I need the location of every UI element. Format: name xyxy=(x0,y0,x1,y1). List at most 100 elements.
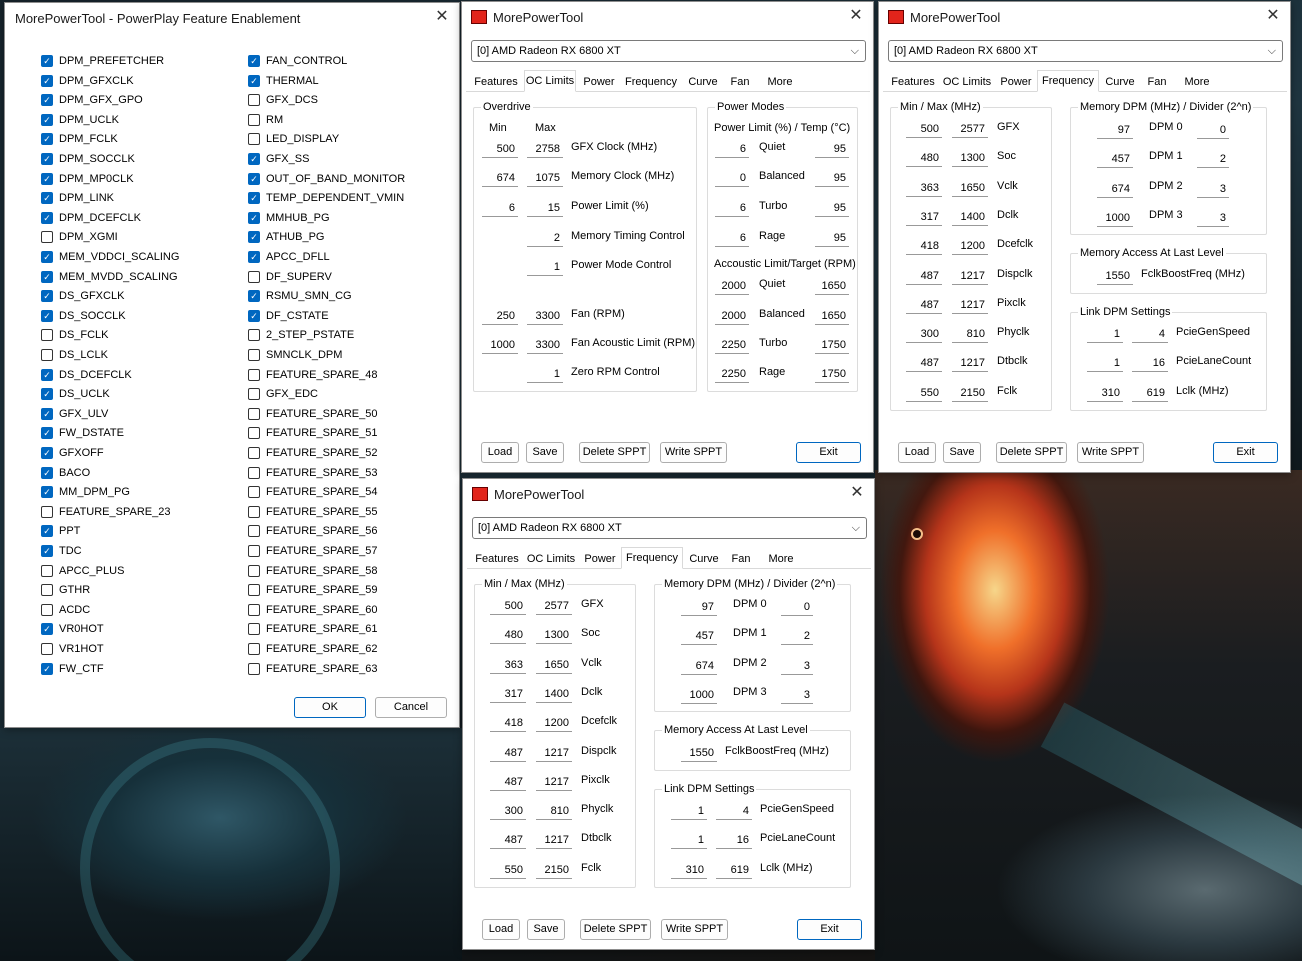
value-field[interactable]: 3 xyxy=(1197,208,1229,227)
feature-checkbox[interactable]: ✓ BACO xyxy=(41,465,90,481)
value-field[interactable]: 1 xyxy=(1087,354,1123,373)
value-field[interactable]: 4 xyxy=(716,802,752,820)
feature-checkbox[interactable]: ✓ DS_GFXCLK xyxy=(41,288,124,304)
value-field[interactable]: 1000 xyxy=(681,685,717,704)
feature-checkbox[interactable]: FEATURE_SPARE_51 xyxy=(248,425,377,441)
value-field[interactable]: 16 xyxy=(716,831,752,850)
value-field[interactable]: 1650 xyxy=(952,178,988,197)
feature-checkbox[interactable]: ✓ TEMP_DEPENDENT_VMIN xyxy=(248,190,404,206)
value-field[interactable]: 1750 xyxy=(815,365,849,383)
tab-oc-limits[interactable]: OC Limits xyxy=(524,70,576,92)
value-field[interactable]: 0 xyxy=(1197,121,1229,139)
feature-checkbox[interactable]: ✓ DPM_MP0CLK xyxy=(41,171,134,187)
value-field[interactable]: 6 xyxy=(715,229,749,247)
value-field[interactable]: 500 xyxy=(906,120,942,138)
value-field[interactable]: 363 xyxy=(906,178,942,197)
value-field[interactable]: 1217 xyxy=(536,831,572,850)
feature-checkbox[interactable]: ✓ GFX_ULV xyxy=(41,406,108,422)
value-field[interactable]: 3300 xyxy=(527,336,563,354)
tab-power[interactable]: Power xyxy=(579,549,621,569)
feature-checkbox[interactable]: ✓ TDC xyxy=(41,543,82,559)
close-icon[interactable]: ✕ xyxy=(845,6,867,26)
value-field[interactable]: 15 xyxy=(527,199,563,217)
feature-checkbox[interactable]: ✓ GFXOFF xyxy=(41,445,104,461)
value-field[interactable]: 1000 xyxy=(1097,208,1133,227)
value-field[interactable]: 418 xyxy=(906,237,942,256)
delete-button[interactable]: Delete SPPT xyxy=(996,442,1067,463)
feature-checkbox[interactable]: ✓ DPM_FCLK xyxy=(41,131,118,147)
value-field[interactable]: 1200 xyxy=(952,237,988,256)
value-field[interactable]: 487 xyxy=(906,354,942,373)
feature-checkbox[interactable]: GFX_DCS xyxy=(248,92,318,108)
feature-checkbox[interactable]: ✓ DS_DCEFCLK xyxy=(41,367,132,383)
delete-button[interactable]: Delete SPPT xyxy=(580,919,651,940)
feature-checkbox[interactable]: ACDC xyxy=(41,602,90,618)
feature-checkbox[interactable]: ✓ DPM_DCEFCLK xyxy=(41,210,141,226)
value-field[interactable]: 1075 xyxy=(527,169,563,187)
value-field[interactable]: 95 xyxy=(815,199,849,217)
feature-checkbox[interactable]: 2_STEP_PSTATE xyxy=(248,327,354,343)
value-field[interactable]: 2000 xyxy=(715,277,749,295)
value-field[interactable]: 1217 xyxy=(952,354,988,373)
value-field[interactable]: 300 xyxy=(490,802,526,821)
tab-power[interactable]: Power xyxy=(578,72,620,92)
feature-checkbox[interactable]: FEATURE_SPARE_63 xyxy=(248,661,377,677)
feature-checkbox[interactable]: GFX_EDC xyxy=(248,386,318,402)
value-field[interactable]: 2250 xyxy=(715,336,749,354)
write-button[interactable]: Write SPPT xyxy=(1077,442,1144,463)
tab-more[interactable]: More xyxy=(756,72,804,92)
value-field[interactable]: 810 xyxy=(536,802,572,821)
value-field[interactable]: 1217 xyxy=(952,295,988,314)
feature-checkbox[interactable]: ✓ DPM_LINK xyxy=(41,190,114,206)
tab-frequency[interactable]: Frequency xyxy=(620,72,682,92)
feature-checkbox[interactable]: ✓ FW_CTF xyxy=(41,661,104,677)
value-field[interactable]: 317 xyxy=(906,207,942,226)
close-icon[interactable]: ✕ xyxy=(846,483,868,503)
close-icon[interactable]: ✕ xyxy=(431,7,453,27)
feature-checkbox[interactable]: FEATURE_SPARE_58 xyxy=(248,563,377,579)
value-field[interactable]: 0 xyxy=(715,169,749,187)
feature-checkbox[interactable]: ✓ DS_UCLK xyxy=(41,386,110,402)
close-icon[interactable]: ✕ xyxy=(1262,6,1284,26)
save-button[interactable]: Save xyxy=(943,442,981,463)
load-button[interactable]: Load xyxy=(481,442,519,463)
value-field[interactable]: 2150 xyxy=(536,860,572,879)
feature-checkbox[interactable]: FEATURE_SPARE_53 xyxy=(248,465,377,481)
tab-curve[interactable]: Curve xyxy=(1100,72,1140,92)
value-field[interactable]: 300 xyxy=(906,325,942,344)
feature-checkbox[interactable]: ✓ ATHUB_PG xyxy=(248,229,324,245)
feature-checkbox[interactable]: FEATURE_SPARE_62 xyxy=(248,641,377,657)
value-field[interactable]: 1217 xyxy=(536,743,572,762)
tab-fan[interactable]: Fan xyxy=(724,72,756,92)
value-field[interactable]: 1000 xyxy=(482,336,518,354)
value-field[interactable]: 2577 xyxy=(536,597,572,615)
value-field[interactable]: 6 xyxy=(715,140,749,158)
value-field[interactable]: 1400 xyxy=(536,684,572,703)
value-field[interactable]: 3 xyxy=(781,685,813,704)
feature-checkbox[interactable]: ✓ APCC_DFLL xyxy=(248,249,330,265)
feature-checkbox[interactable]: ✓ DPM_GFX_GPO xyxy=(41,92,143,108)
value-field[interactable]: 1 xyxy=(527,365,563,383)
value-field[interactable]: 95 xyxy=(815,140,849,158)
value-field[interactable]: 674 xyxy=(482,169,518,187)
feature-checkbox[interactable]: DF_SUPERV xyxy=(248,269,332,285)
value-field[interactable]: 6 xyxy=(482,199,518,217)
write-button[interactable]: Write SPPT xyxy=(661,919,728,940)
tab-more[interactable]: More xyxy=(757,549,805,569)
value-field[interactable]: 1650 xyxy=(536,655,572,674)
value-field[interactable]: 0 xyxy=(781,598,813,616)
value-field[interactable]: 2 xyxy=(527,229,563,247)
feature-checkbox[interactable]: ✓ PPT xyxy=(41,523,80,539)
tab-fan[interactable]: Fan xyxy=(725,549,757,569)
value-field[interactable]: 4 xyxy=(1132,325,1168,343)
feature-checkbox[interactable]: ✓ MEM_VDDCI_SCALING xyxy=(41,249,179,265)
value-field[interactable]: 1300 xyxy=(952,149,988,168)
value-field[interactable]: 317 xyxy=(490,684,526,703)
value-field[interactable]: 2577 xyxy=(952,120,988,138)
value-field[interactable]: 95 xyxy=(815,169,849,187)
value-field[interactable]: 6 xyxy=(715,199,749,217)
value-field[interactable]: 418 xyxy=(490,714,526,733)
feature-checkbox[interactable]: ✓ OUT_OF_BAND_MONITOR xyxy=(248,171,405,187)
value-field[interactable]: 16 xyxy=(1132,354,1168,373)
exit-button[interactable]: Exit xyxy=(1213,442,1278,463)
